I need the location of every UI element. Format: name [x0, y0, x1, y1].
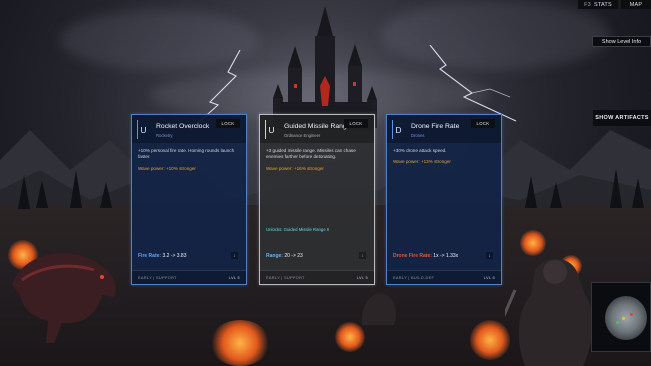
stat-value: 20 -> 23 — [284, 253, 303, 259]
minimap-terrain — [605, 296, 647, 340]
rarity-badge: U — [265, 120, 277, 139]
card-level: LVL 5 — [228, 275, 240, 280]
lock-button[interactable]: LOCK — [344, 119, 368, 128]
card-subtitle: Drones — [411, 133, 425, 138]
wave-power-text: Wave power: +13% stronger — [393, 159, 451, 164]
stats-label: STATS — [593, 1, 612, 8]
card-level: LVL 5 — [483, 275, 495, 280]
card-level: LVL 5 — [356, 275, 368, 280]
armored-warrior — [505, 258, 594, 366]
stat-line: Drone Fire Rate: 1x -> 1.33x — [393, 253, 458, 259]
stats-hotkey: F3 — [584, 1, 591, 8]
card-page-indicator: 1 — [231, 252, 238, 259]
lock-button[interactable]: LOCK — [471, 119, 495, 128]
stat-label: Range: — [266, 253, 283, 259]
stats-button[interactable]: F3 STATS — [578, 0, 618, 9]
fire-ember — [470, 320, 510, 360]
wave-power-text: Wave power: +16% stronger — [266, 166, 324, 171]
unlocks-text: Unlocks: Guided Missile Range II — [266, 227, 330, 232]
card-subtitle: Rocketry — [156, 133, 173, 138]
map-button[interactable]: MAP — [621, 0, 651, 9]
card-title: Rocket Overclock — [156, 123, 210, 130]
upgrade-card-rocket-overclock[interactable]: U Rocket Overclock Rocketry LOCK +10% pe… — [131, 114, 247, 285]
wave-power-text: Wave power: +10% stronger — [138, 166, 196, 171]
show-artifacts-button[interactable]: SHOW ARTIFACTS — [593, 110, 651, 126]
card-page-indicator: 1 — [486, 252, 493, 259]
dead-tree — [70, 170, 82, 208]
show-level-info-button[interactable]: Show Level Info — [592, 36, 651, 47]
lock-button[interactable]: LOCK — [216, 119, 240, 128]
ally-marker-icon — [616, 321, 619, 324]
show-artifacts-label: SHOW ARTIFACTS — [595, 115, 649, 121]
map-label: MAP — [629, 1, 643, 8]
dead-tree — [632, 178, 644, 208]
dead-tree — [18, 175, 30, 209]
player-marker-icon — [622, 317, 625, 320]
stat-value: 1x -> 1.33x — [433, 253, 459, 259]
stat-value: 3.2 -> 3.83 — [162, 253, 187, 259]
card-footer: EARLY | SUPPORT LVL 5 — [132, 270, 246, 284]
dead-tree — [36, 180, 48, 208]
card-page-indicator: 1 — [359, 252, 366, 259]
dead-tree — [100, 182, 112, 208]
card-description: +30% drone attack speed. — [393, 148, 447, 153]
card-subtitle: Ordnance Engineer — [284, 133, 321, 138]
rarity-badge: D — [392, 120, 404, 139]
lightning-bolt — [429, 45, 517, 122]
stat-line: Range: 20 -> 23 — [266, 253, 303, 259]
card-description: +10% personal fire rate. Homing rounds l… — [138, 148, 235, 160]
card-title: Drone Fire Rate — [411, 123, 460, 130]
minimap[interactable] — [591, 282, 651, 352]
dead-tree — [525, 176, 537, 208]
card-description: +3 guided missile range. Missiles can ch… — [266, 148, 356, 160]
stat-label: Drone Fire Rate: — [393, 253, 432, 259]
fire-ember — [210, 320, 270, 366]
rarity-badge: U — [137, 120, 149, 139]
card-footer: EARLY | SUPPORT LVL 5 — [260, 270, 374, 284]
card-footer: EARLY | BUILD-DEF LVL 5 — [387, 270, 501, 284]
werewolf-beast — [12, 253, 116, 343]
card-tags: EARLY | SUPPORT — [138, 275, 177, 280]
upgrade-card-drone-fire-rate[interactable]: D Drone Fire Rate Drones LOCK +30% drone… — [386, 114, 502, 285]
card-tags: EARLY | BUILD-DEF — [393, 275, 435, 280]
dead-tree — [550, 182, 562, 208]
dead-tree — [610, 168, 622, 208]
card-tags: EARLY | SUPPORT — [266, 275, 305, 280]
stat-line: Fire Rate: 3.2 -> 3.83 — [138, 253, 187, 259]
enemy-marker-icon — [630, 313, 633, 316]
show-level-info-label: Show Level Info — [601, 38, 642, 45]
stat-label: Fire Rate: — [138, 253, 162, 259]
upgrade-card-guided-missile-range[interactable]: U Guided Missile Range I Ordnance Engine… — [259, 114, 375, 285]
ghoul-creature — [361, 293, 396, 325]
